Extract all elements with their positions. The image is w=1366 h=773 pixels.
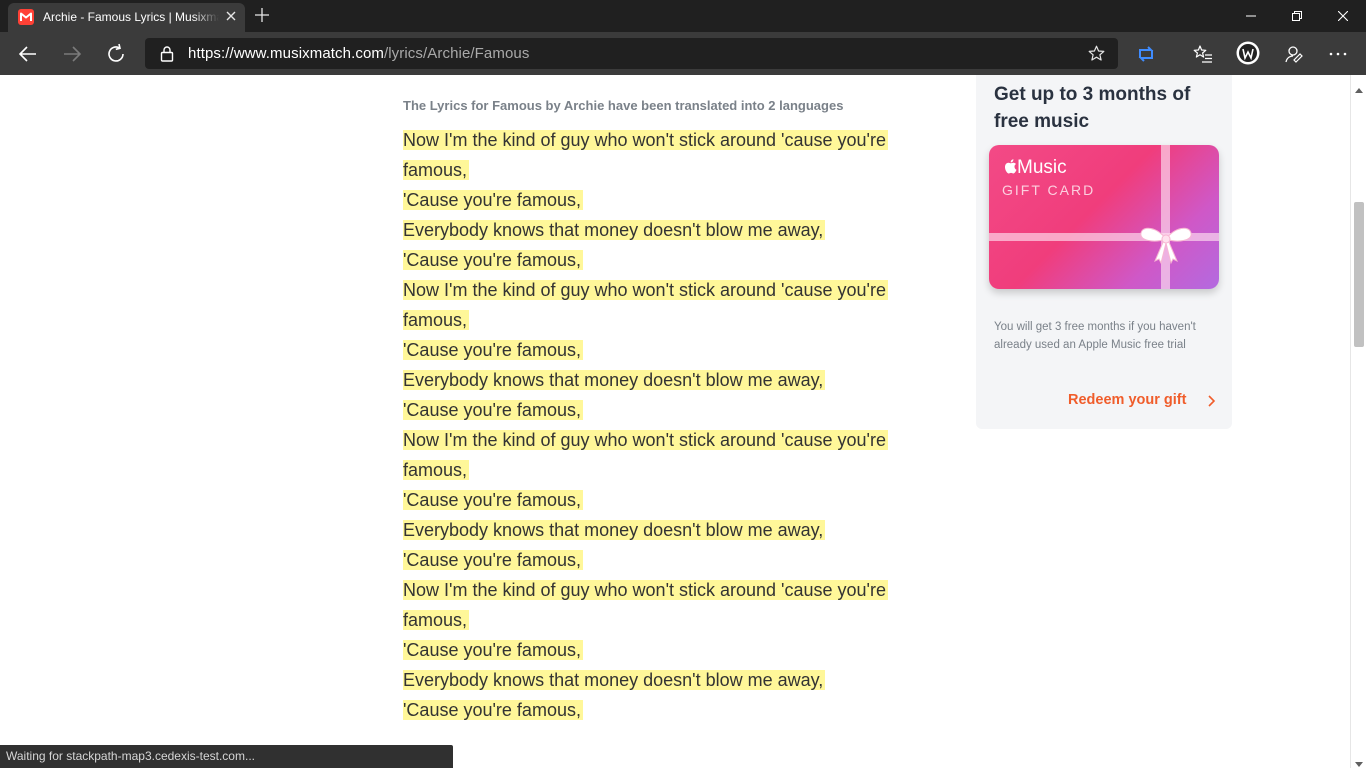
- back-arrow-icon[interactable]: [16, 42, 40, 66]
- promo-title: Get up to 3 months of free music: [994, 84, 1191, 132]
- lyric-line: 'Cause you're famous,: [403, 485, 903, 515]
- lyric-line: famous,: [403, 605, 903, 635]
- lyric-line: 'Cause you're famous,: [403, 395, 903, 425]
- lyric-text: 'Cause you're famous,: [403, 550, 583, 570]
- lyric-text: Everybody knows that money doesn't blow …: [403, 670, 826, 690]
- lyric-text: Now I'm the kind of guy who won't stick …: [403, 130, 888, 150]
- lyric-line: Everybody knows that money doesn't blow …: [403, 515, 903, 545]
- musixmatch-favicon: [18, 9, 34, 25]
- lyric-text: Now I'm the kind of guy who won't stick …: [403, 430, 888, 450]
- star-icon[interactable]: [1088, 45, 1105, 62]
- lyric-line: Everybody knows that money doesn't blow …: [403, 665, 903, 695]
- page-content: The Lyrics for Famous by Archie have bee…: [0, 75, 1350, 768]
- lyric-line: famous,: [403, 305, 903, 335]
- lock-icon[interactable]: [159, 45, 175, 62]
- card-brand-text: Music: [1017, 157, 1067, 178]
- lyric-text: famous,: [403, 160, 470, 180]
- lyric-line: 'Cause you're famous,: [403, 245, 903, 275]
- lyric-text: Everybody knows that money doesn't blow …: [403, 370, 826, 390]
- redeem-gift-link[interactable]: Redeem your gift: [1068, 392, 1186, 408]
- bow-icon: [1135, 219, 1197, 265]
- profile-avatar-icon[interactable]: [1236, 41, 1260, 65]
- extension-icon[interactable]: [1135, 43, 1157, 65]
- apple-icon: [1003, 157, 1017, 178]
- lyric-line: Now I'm the kind of guy who won't stick …: [403, 275, 903, 305]
- minimize-icon[interactable]: [1228, 0, 1274, 32]
- lyric-line: 'Cause you're famous,: [403, 185, 903, 215]
- url-text[interactable]: https://www.musixmatch.com/lyrics/Archie…: [188, 45, 529, 62]
- lyric-text: 'Cause you're famous,: [403, 490, 583, 510]
- card-subtitle: GIFT CARD: [1002, 182, 1096, 198]
- lyric-text: famous,: [403, 460, 470, 480]
- lyric-text: famous,: [403, 310, 470, 330]
- browser-toolbar: https://www.musixmatch.com/lyrics/Archie…: [0, 32, 1366, 75]
- lyric-text: 'Cause you're famous,: [403, 640, 583, 660]
- scroll-thumb[interactable]: [1354, 202, 1364, 347]
- page-scrollbar[interactable]: [1350, 75, 1366, 768]
- lyric-line: 'Cause you're famous,: [403, 695, 903, 725]
- lyric-text: 'Cause you're famous,: [403, 700, 583, 720]
- favorites-icon[interactable]: [1192, 43, 1214, 65]
- tab-title: Archie - Famous Lyrics | Musixmatch: [43, 10, 219, 24]
- feedback-icon[interactable]: [1283, 43, 1305, 65]
- forward-arrow-icon[interactable]: [60, 42, 84, 66]
- browser-titlebar: Archie - Famous Lyrics | Musixmatch: [0, 0, 1366, 32]
- lyric-text: Everybody knows that money doesn't blow …: [403, 520, 826, 540]
- status-text: Waiting for stackpath-map3.cedexis-test.…: [6, 749, 255, 763]
- address-bar[interactable]: https://www.musixmatch.com/lyrics/Archie…: [145, 38, 1118, 69]
- scroll-down-icon[interactable]: [1355, 755, 1363, 767]
- lyric-text: famous,: [403, 610, 470, 630]
- url-host: https://www.musixmatch.com: [188, 45, 384, 62]
- translation-note: The Lyrics for Famous by Archie have bee…: [403, 98, 844, 113]
- scroll-up-icon[interactable]: [1355, 80, 1363, 93]
- lyric-text: Now I'm the kind of guy who won't stick …: [403, 580, 888, 600]
- lyric-text: 'Cause you're famous,: [403, 340, 583, 360]
- refresh-icon[interactable]: [104, 42, 128, 66]
- promo-note: You will get 3 free months if you haven'…: [994, 321, 1196, 351]
- lyric-text: 'Cause you're famous,: [403, 250, 583, 270]
- gift-promo-card: Get up to 3 months of free music Music G…: [976, 75, 1232, 429]
- plus-icon[interactable]: [254, 7, 270, 23]
- lyric-text: 'Cause you're famous,: [403, 400, 583, 420]
- card-brand: Music: [1003, 157, 1067, 179]
- browser-tab[interactable]: Archie - Famous Lyrics | Musixmatch: [8, 3, 245, 32]
- close-icon[interactable]: [223, 8, 239, 24]
- lyrics-body: Now I'm the kind of guy who won't stick …: [403, 125, 903, 725]
- more-icon[interactable]: [1327, 43, 1349, 65]
- status-bar: Waiting for stackpath-map3.cedexis-test.…: [0, 745, 453, 768]
- lyric-text: Now I'm the kind of guy who won't stick …: [403, 280, 888, 300]
- lyric-line: famous,: [403, 155, 903, 185]
- lyric-line: famous,: [403, 455, 903, 485]
- lyric-line: Everybody knows that money doesn't blow …: [403, 365, 903, 395]
- restore-icon[interactable]: [1274, 0, 1320, 32]
- window-close-icon[interactable]: [1320, 0, 1366, 32]
- ribbon-vertical: [1161, 145, 1170, 289]
- lyric-text: Everybody knows that money doesn't blow …: [403, 220, 826, 240]
- lyric-line: 'Cause you're famous,: [403, 635, 903, 665]
- lyric-text: 'Cause you're famous,: [403, 190, 583, 210]
- chevron-right-icon[interactable]: [1206, 394, 1218, 408]
- lyric-line: Now I'm the kind of guy who won't stick …: [403, 125, 903, 155]
- url-path: /lyrics/Archie/Famous: [383, 45, 530, 62]
- lyric-line: Everybody knows that money doesn't blow …: [403, 215, 903, 245]
- apple-music-gift-card: Music GIFT CARD: [989, 145, 1219, 289]
- lyric-line: 'Cause you're famous,: [403, 335, 903, 365]
- lyric-line: Now I'm the kind of guy who won't stick …: [403, 425, 903, 455]
- lyric-line: 'Cause you're famous,: [403, 545, 903, 575]
- lyric-line: Now I'm the kind of guy who won't stick …: [403, 575, 903, 605]
